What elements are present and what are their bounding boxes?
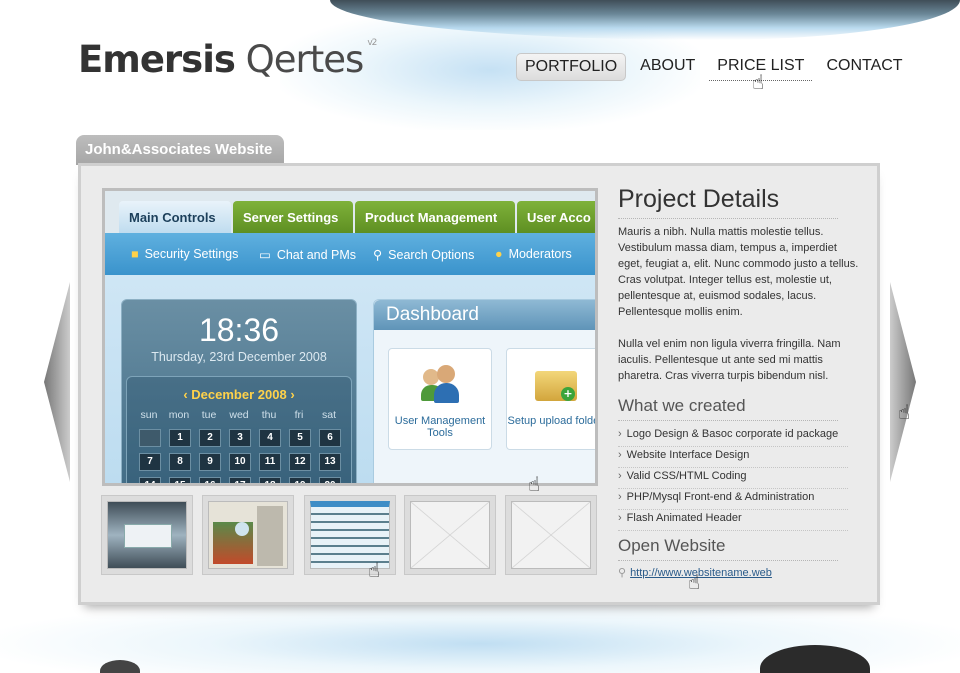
calendar-weekday: sun — [140, 409, 158, 421]
calendar-weekday: wed — [229, 409, 249, 421]
calendar-day: 20 — [319, 477, 341, 483]
calendar-day — [139, 429, 161, 447]
user-icon: ● — [495, 247, 503, 261]
thumbnail-1[interactable] — [101, 495, 193, 575]
preview-card-user-management: User Management Tools — [388, 348, 492, 450]
calendar-day: 1 — [169, 429, 191, 447]
calendar-day: 3 — [229, 429, 251, 447]
users-icon — [421, 363, 459, 403]
preview-tab-main-controls: Main Controls — [119, 201, 231, 233]
divider — [618, 420, 838, 421]
calendar-day: 15 — [169, 477, 191, 483]
lock-icon: ■ — [131, 247, 139, 261]
what-we-created-title: What we created — [618, 396, 746, 415]
calendar-day: 11 — [259, 453, 281, 471]
calendar-day: 14 — [139, 477, 161, 483]
preview-clock-widget: 18:36 Thursday, 23rd December 2008 ‹ Dec… — [121, 299, 357, 483]
nav-portfolio[interactable]: PORTFOLIO — [516, 53, 627, 81]
nav-contact[interactable]: CONTACT — [818, 53, 910, 81]
preview-calendar: ‹ December 2008 › sun mon tue wed thu fri sat … — [126, 376, 352, 483]
nav-about[interactable]: ABOUT — [632, 53, 703, 81]
preview-subnav-security: ■ Security Settings — [131, 247, 239, 261]
prev-arrow-icon[interactable] — [44, 282, 70, 482]
calendar-day: 19 — [289, 477, 311, 483]
calendar-weekday: thu — [261, 409, 277, 421]
preview-card-label: Setup upload folders — [507, 415, 595, 427]
calendar-day: 5 — [289, 429, 311, 447]
preview-card-upload-folders: + Setup upload folders — [506, 348, 595, 450]
folder-icon: + — [535, 371, 577, 401]
list-item: Logo Design & Basoc corporate id package — [618, 426, 848, 447]
calendar-day: 13 — [319, 453, 341, 471]
project-tab: John&Associates Website — [76, 135, 284, 165]
thumbnail-empty-1 — [404, 495, 496, 575]
list-item: PHP/Mysql Front-end & Administration — [618, 489, 848, 510]
thumbnail-3[interactable] — [304, 495, 396, 575]
preview-tab-user-accounts: User Acco — [517, 201, 595, 233]
calendar-weekday: mon — [168, 409, 190, 421]
list-item: Flash Animated Header — [618, 510, 848, 531]
calendar-weekday: tue — [201, 409, 217, 421]
calendar-weekday: fri — [294, 409, 304, 421]
project-details-title: Project Details — [618, 185, 780, 213]
divider — [618, 560, 838, 561]
chat-icon: ▭ — [259, 248, 271, 262]
project-description-2: Nulla vel enim non ligula viverra fringi… — [618, 338, 841, 382]
magnifier-icon: ⚲ — [618, 567, 627, 579]
preview-subnav-moderators: ● Moderators — [495, 247, 572, 261]
preview-dashboard-title: Dashboard — [374, 300, 595, 330]
calendar-day: 6 — [319, 429, 341, 447]
preview-subnav: ■ Security Settings ▭ Chat and PMs ⚲ Search… — [105, 233, 595, 275]
preview-subnav-chat: ▭ Chat and PMs — [259, 248, 357, 262]
calendar-day: 8 — [169, 453, 191, 471]
calendar-day: 18 — [259, 477, 281, 483]
preview-calendar-month: ‹ December 2008 › — [183, 387, 295, 402]
logo-version: v2 — [367, 38, 377, 48]
divider — [618, 218, 838, 219]
project-preview[interactable]: Main Controls Server Settings Product Ma… — [102, 188, 598, 486]
preview-tab-server-settings: Server Settings — [233, 201, 353, 233]
calendar-day: 9 — [199, 453, 221, 471]
calendar-day: 17 — [229, 477, 251, 483]
calendar-day: 16 — [199, 477, 221, 483]
preview-subnav-search: ⚲ Search Options — [373, 248, 475, 262]
main-nav: PORTFOLIO ABOUT PRICE LIST CONTACT — [516, 53, 917, 81]
preview-tab-product-management: Product Management — [355, 201, 515, 233]
preview-tabbar: Main Controls Server Settings Product Ma… — [105, 191, 595, 233]
site-logo[interactable]: Emersis Qertes v2 — [78, 38, 377, 81]
thumbnail-empty-2 — [505, 495, 597, 575]
calendar-day: 4 — [259, 429, 281, 447]
website-link[interactable]: http://www.websitename.web — [630, 567, 772, 579]
list-item: Valid CSS/HTML Coding — [618, 468, 848, 489]
project-description-1: Mauris a nibh. Nulla mattis molestie tel… — [618, 226, 859, 318]
search-icon: ⚲ — [373, 248, 383, 262]
preview-card-label: User Management Tools — [394, 415, 486, 439]
logo-name-bold: Emersis — [78, 38, 236, 81]
logo-name-rest: Qertes — [245, 38, 365, 81]
calendar-day: 10 — [229, 453, 251, 471]
thumbnail-2[interactable] — [202, 495, 294, 575]
preview-time: 18:36 — [198, 312, 280, 348]
next-arrow-icon[interactable] — [890, 282, 916, 482]
calendar-day: 7 — [139, 453, 161, 471]
calendar-weekday: sat — [321, 409, 336, 421]
calendar-day: 2 — [199, 429, 221, 447]
list-item: Website Interface Design — [618, 447, 848, 468]
preview-date: Thursday, 23rd December 2008 — [151, 350, 327, 364]
open-website-title: Open Website — [618, 536, 726, 555]
created-list: Logo Design & Basoc corporate id package… — [618, 426, 848, 531]
preview-dashboard: Dashboard User Management Tools + Setup … — [373, 299, 595, 483]
calendar-day: 12 — [289, 453, 311, 471]
